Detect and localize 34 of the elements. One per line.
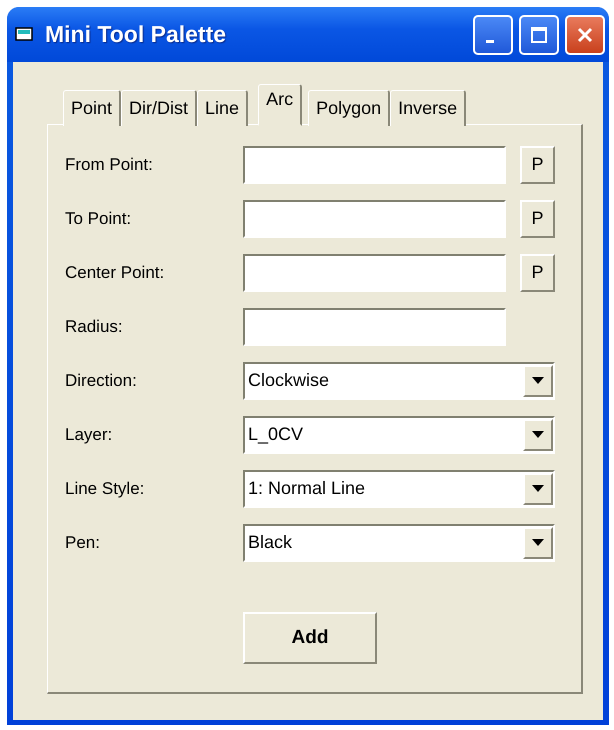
tab[interactable]: Arc [258, 84, 302, 126]
window-icon [15, 26, 35, 42]
window-title: Mini Tool Palette [45, 21, 228, 48]
pick-button[interactable]: P [520, 146, 555, 184]
tab[interactable]: Polygon [308, 90, 390, 126]
input-field[interactable] [243, 146, 506, 184]
field-label: Center Point: [65, 262, 166, 282]
dropdown[interactable]: 1: Normal Line [243, 470, 555, 508]
pick-button[interactable]: P [520, 200, 555, 238]
field-label: Pen: [65, 532, 101, 552]
input-field[interactable] [243, 308, 506, 346]
tab[interactable]: Dir/Dist [121, 90, 198, 126]
field-label: Line Style: [65, 478, 146, 498]
tab[interactable]: Inverse [390, 90, 466, 126]
close-button[interactable] [565, 14, 605, 54]
field-label: Radius: [65, 316, 124, 336]
dropdown[interactable]: Black [243, 524, 555, 562]
input-field[interactable] [243, 254, 506, 292]
add-button[interactable]: Add [243, 612, 377, 664]
dropdown[interactable]: Clockwise [243, 362, 555, 400]
dropdown[interactable]: L_0CV [243, 416, 555, 454]
minimize-button[interactable] [473, 14, 513, 54]
maximize-icon [530, 26, 548, 44]
minimize-icon [486, 40, 494, 43]
tab[interactable]: Point [63, 90, 122, 126]
field-label: Layer: [65, 424, 114, 444]
pick-button[interactable]: P [520, 254, 555, 292]
maximize-button[interactable] [519, 14, 559, 54]
tab[interactable]: Line [197, 90, 248, 126]
field-label: From Point: [65, 154, 154, 174]
field-label: Direction: [65, 370, 138, 390]
input-field[interactable] [243, 200, 506, 238]
close-icon [576, 26, 594, 44]
field-label: To Point: [65, 208, 132, 228]
